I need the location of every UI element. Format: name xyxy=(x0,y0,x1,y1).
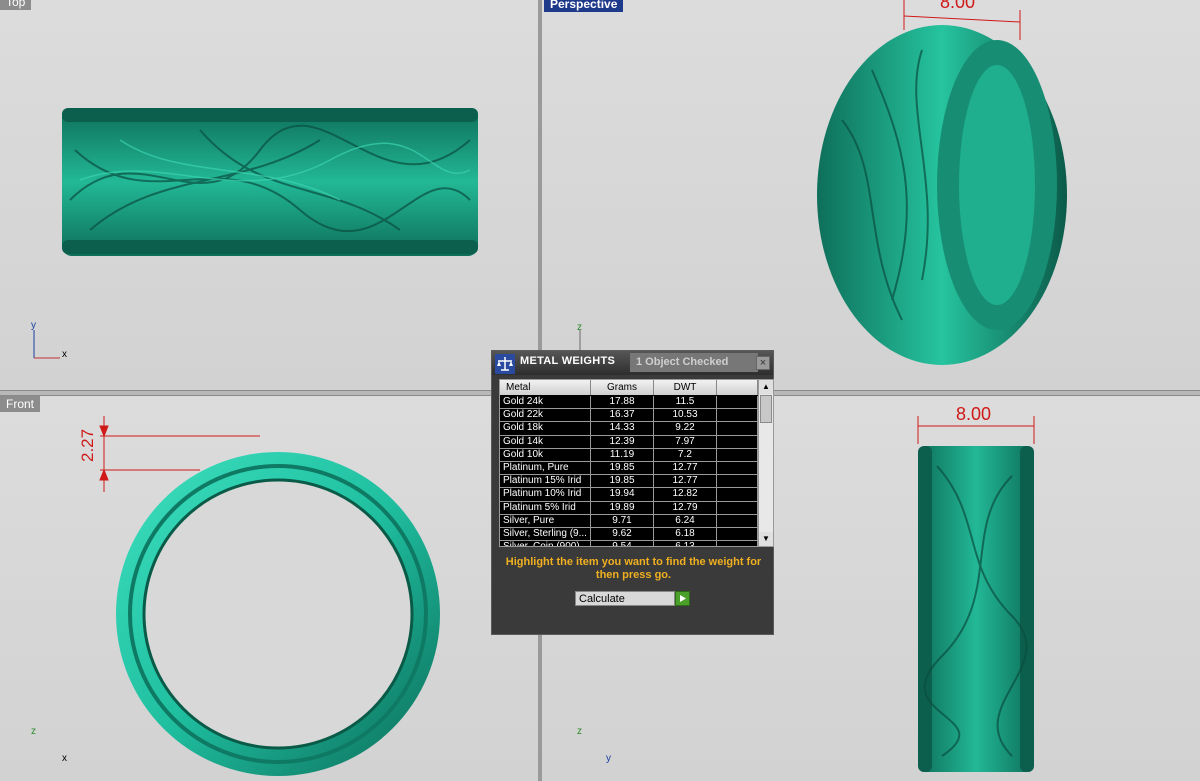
metal-cell: Gold 10k xyxy=(500,448,591,461)
empty-cell xyxy=(717,541,758,546)
column-header-empty xyxy=(717,380,758,395)
empty-cell xyxy=(717,501,758,514)
scroll-up-icon[interactable]: ▲ xyxy=(759,380,773,394)
empty-cell xyxy=(717,409,758,422)
table-row[interactable]: Gold 18k 14.33 9.22 xyxy=(500,422,758,436)
column-header-dwt[interactable]: DWT xyxy=(654,380,717,395)
grams-cell: 17.88 xyxy=(591,396,654,409)
ring-top-view xyxy=(33,108,478,359)
grams-cell: 19.89 xyxy=(591,501,654,514)
axis-y-label: y xyxy=(31,320,36,331)
metal-weights-table[interactable]: Metal Grams DWT Gold 24k 17.88 11.5 Gold 22… xyxy=(499,379,774,547)
grams-cell: 14.33 xyxy=(591,422,654,435)
grams-cell: 19.85 xyxy=(591,461,654,475)
grams-cell: 19.94 xyxy=(591,488,654,501)
dimension-label-perspective: 8.00 xyxy=(940,0,976,12)
dwt-cell: 7.2 xyxy=(654,448,717,461)
objects-checked-status: 1 Object Checked xyxy=(630,353,758,372)
empty-cell xyxy=(717,448,758,461)
table-row[interactable]: Platinum, Pure 19.85 12.77 xyxy=(500,461,758,476)
empty-cell xyxy=(717,527,758,541)
metal-weights-dialog: METAL WEIGHTS 1 Object Checked × Metal G… xyxy=(491,350,774,635)
calculate-select[interactable]: Calculate xyxy=(575,591,675,606)
empty-cell xyxy=(717,488,758,501)
table-header: Metal Grams DWT xyxy=(500,380,758,395)
table-row[interactable]: Silver, Coin (900) 9.54 6.13 xyxy=(500,541,758,546)
table-row[interactable]: Gold 14k 12.39 7.97 xyxy=(500,435,758,449)
dwt-cell: 12.82 xyxy=(654,488,717,501)
table-row[interactable]: Platinum 15% Irid 19.85 12.77 xyxy=(500,475,758,489)
viewport-front[interactable]: Front 2.27 z x xyxy=(0,396,538,781)
metal-cell: Silver, Pure xyxy=(500,514,591,527)
dwt-cell: 10.53 xyxy=(654,409,717,422)
table-body: Gold 24k 17.88 11.5 Gold 22k 16.37 10.53 Gold … xyxy=(500,396,758,546)
table-row[interactable]: Gold 24k 17.88 11.5 xyxy=(500,396,758,410)
axis-z-label-right: z xyxy=(577,726,582,737)
metal-cell: Gold 24k xyxy=(500,396,591,409)
scroll-down-icon[interactable]: ▼ xyxy=(759,532,773,546)
metal-cell: Silver, Coin (900) xyxy=(500,541,591,546)
metal-cell: Gold 14k xyxy=(500,435,591,448)
grams-cell: 9.54 xyxy=(591,541,654,546)
axis-z-label: z xyxy=(577,322,582,333)
grams-cell: 9.71 xyxy=(591,514,654,527)
metal-cell: Silver, Sterling (9... xyxy=(500,527,591,541)
metal-cell: Platinum, Pure xyxy=(500,461,591,475)
table-row[interactable]: Silver, Pure 9.71 6.24 xyxy=(500,514,758,528)
viewport-top[interactable]: Top y x xyxy=(0,0,538,390)
play-arrow-icon xyxy=(680,595,686,602)
table-row[interactable]: Platinum 5% Irid 19.89 12.79 xyxy=(500,501,758,515)
dwt-cell: 12.79 xyxy=(654,501,717,514)
table-row[interactable]: Platinum 10% Irid 19.94 12.82 xyxy=(500,488,758,502)
empty-cell xyxy=(717,396,758,409)
grams-cell: 12.39 xyxy=(591,435,654,448)
dwt-cell: 6.13 xyxy=(654,541,717,546)
empty-cell xyxy=(717,475,758,488)
dialog-title: METAL WEIGHTS xyxy=(520,355,616,367)
scroll-thumb[interactable] xyxy=(760,395,772,423)
empty-cell xyxy=(717,461,758,475)
dwt-cell: 6.18 xyxy=(654,527,717,541)
column-header-grams[interactable]: Grams xyxy=(591,380,654,395)
axis-x-label: x xyxy=(62,349,67,360)
column-header-metal[interactable]: Metal xyxy=(500,380,591,395)
grams-cell: 9.62 xyxy=(591,527,654,541)
dwt-cell: 7.97 xyxy=(654,435,717,448)
dwt-cell: 12.77 xyxy=(654,475,717,488)
metal-cell: Platinum 15% Irid xyxy=(500,475,591,488)
empty-cell xyxy=(717,514,758,527)
dwt-cell: 6.24 xyxy=(654,514,717,527)
axis-z-label-front: z xyxy=(31,726,36,737)
scale-icon xyxy=(495,354,515,374)
dwt-cell: 9.22 xyxy=(654,422,717,435)
dialog-title-bar[interactable]: METAL WEIGHTS 1 Object Checked × xyxy=(492,351,773,375)
close-button[interactable]: × xyxy=(756,356,770,370)
dwt-cell: 11.5 xyxy=(654,396,717,409)
metal-cell: Gold 18k xyxy=(500,422,591,435)
grams-cell: 11.19 xyxy=(591,448,654,461)
metal-cell: Platinum 10% Irid xyxy=(500,488,591,501)
dimension-label-front: 2.27 xyxy=(78,428,97,462)
table-scrollbar[interactable]: ▲ ▼ xyxy=(758,380,773,546)
dimension-label-right: 8.00 xyxy=(956,404,992,424)
go-button[interactable] xyxy=(675,591,690,606)
instruction-text: Highlight the item you want to find the … xyxy=(505,556,762,581)
empty-cell xyxy=(717,422,758,435)
grams-cell: 19.85 xyxy=(591,475,654,488)
axis-y-label-right: y xyxy=(606,753,611,764)
metal-cell: Platinum 5% Irid xyxy=(500,501,591,514)
table-row[interactable]: Silver, Sterling (9... 9.62 6.18 xyxy=(500,527,758,542)
axis-x-label-front: x xyxy=(62,753,67,764)
empty-cell xyxy=(717,435,758,448)
table-row[interactable]: Gold 22k 16.37 10.53 xyxy=(500,409,758,423)
metal-cell: Gold 22k xyxy=(500,409,591,422)
viewport-perspective[interactable]: Perspective 8.00 z xyxy=(542,0,1200,390)
table-row[interactable]: Gold 10k 11.19 7.2 xyxy=(500,448,758,462)
ring-perspective-view xyxy=(579,0,1067,365)
dwt-cell: 12.77 xyxy=(654,461,717,475)
grams-cell: 16.37 xyxy=(591,409,654,422)
